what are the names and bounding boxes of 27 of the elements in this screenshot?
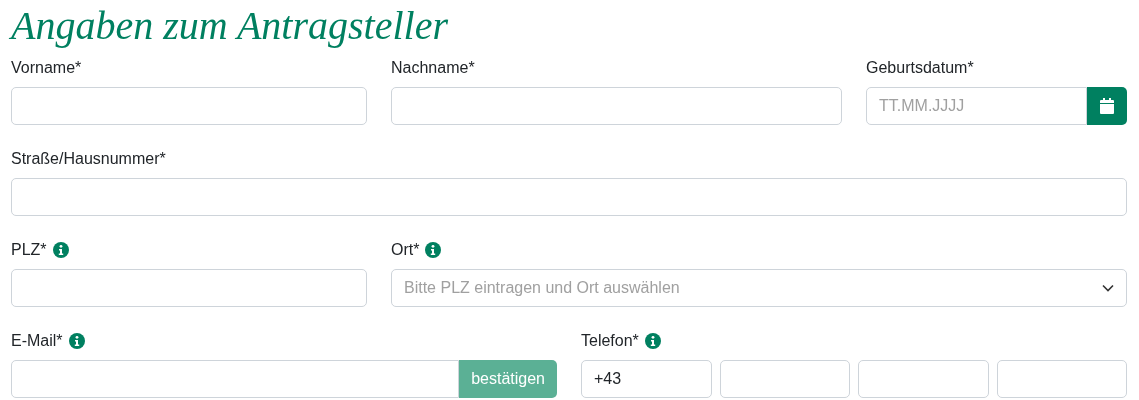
text-field[interactable] [11,178,1127,216]
field-label: Ort* [391,241,420,259]
text-field[interactable] [11,87,367,125]
chevron-down-icon [1102,284,1114,292]
date-field[interactable]: TT.MM.JJJJ [866,87,1087,125]
field-label: Vorname* [11,59,82,77]
calendar-icon [1100,98,1114,114]
text-field[interactable] [391,87,842,125]
info-icon[interactable] [644,333,661,349]
field-label: Geburtsdatum* [866,59,974,77]
field-label: Straße/Hausnummer* [11,150,166,168]
email-field[interactable] [11,360,460,398]
info-icon[interactable] [68,333,85,349]
field-label: E-Mail* [11,332,63,350]
select-field[interactable]: Bitte PLZ eintragen und Ort auswählen [391,269,1127,307]
info-icon[interactable] [52,242,69,258]
phone-field[interactable] [996,360,1127,398]
field-label: PLZ* [11,241,47,259]
field-label: Telefon* [581,332,639,350]
field-label: Nachname* [391,59,475,77]
text-field[interactable] [11,269,367,307]
phone-field[interactable] [858,360,989,398]
phone-field[interactable]: +43 [581,360,712,398]
phone-field[interactable] [719,360,850,398]
calendar-button[interactable] [1087,87,1127,125]
section-title: Angaben zum Antragsteller [11,2,449,50]
info-icon[interactable] [425,242,442,258]
